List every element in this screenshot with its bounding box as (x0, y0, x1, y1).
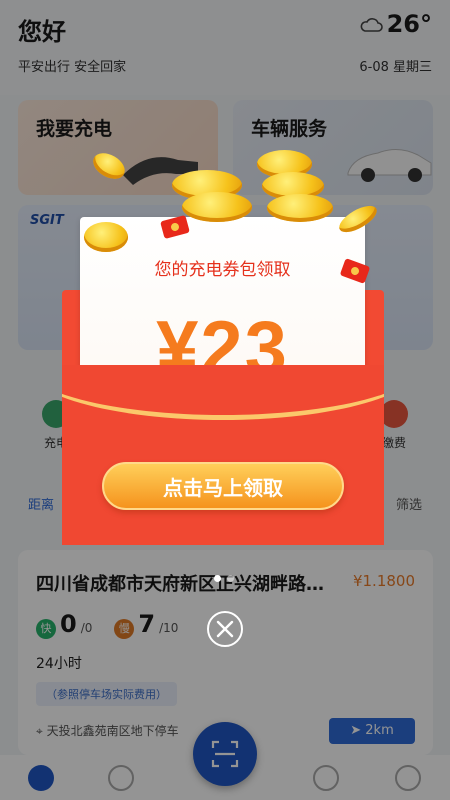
page-dot (227, 575, 234, 582)
close-popup-button[interactable] (207, 611, 243, 647)
coin-icon (267, 194, 333, 222)
claim-now-button[interactable]: 点击马上领取 (102, 462, 344, 510)
coin-icon (84, 222, 128, 252)
envelope-front (62, 365, 384, 545)
coupon-popup: 您的充电券包领取 ¥23 点击马上领取 (62, 147, 387, 545)
close-icon (216, 620, 234, 638)
coin-icon (182, 192, 252, 222)
page-indicator (214, 575, 234, 582)
voucher-title: 您的充电券包领取 (154, 260, 291, 280)
page-dot-active (214, 575, 221, 582)
coin-icon (88, 147, 130, 185)
